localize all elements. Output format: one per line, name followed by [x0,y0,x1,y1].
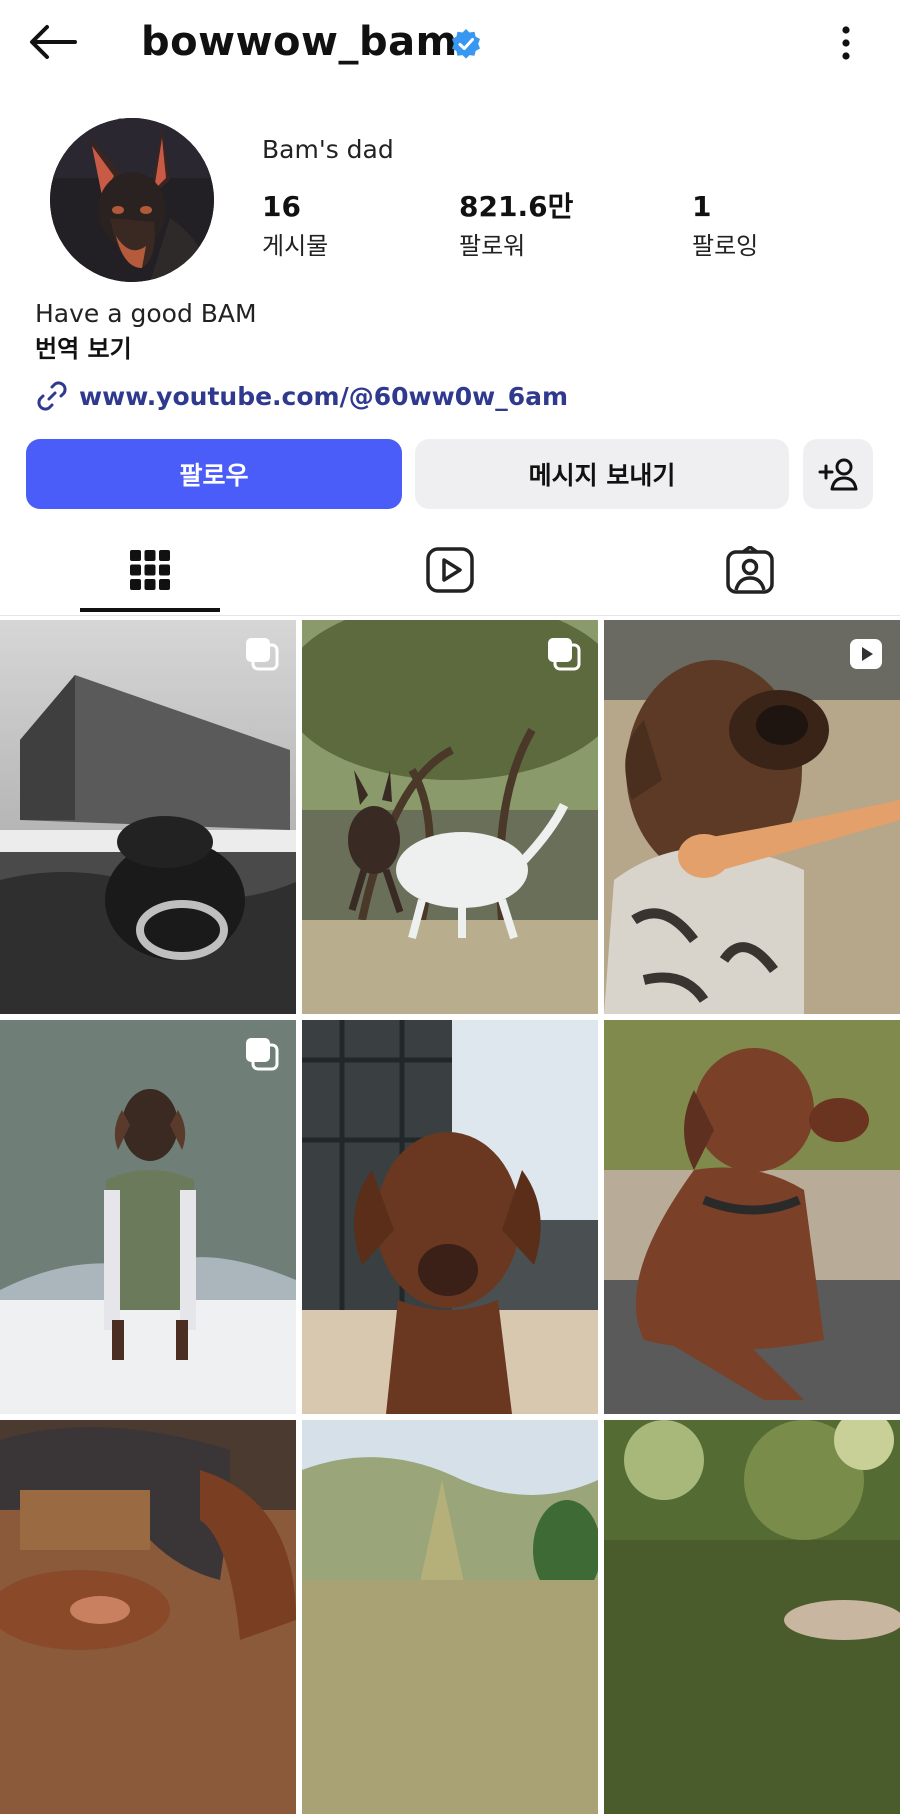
post-thumbnail[interactable] [604,1420,900,1814]
post-thumbnail[interactable] [604,1020,900,1414]
post-thumbnail[interactable] [604,620,900,1014]
stat-posts[interactable]: 16 게시물 [262,188,462,264]
carousel-icon [246,638,279,671]
reel-icon [850,639,882,669]
stat-followers[interactable]: 821.6만 팔로워 [459,188,659,264]
translate-link[interactable]: 번역 보기 [35,332,132,366]
profile-link-text: www.youtube.com/@60ww0w_6am [79,381,569,411]
stat-following[interactable]: 1 팔로잉 [692,188,892,264]
tab-reels[interactable] [380,525,520,615]
tagged-person-icon [726,546,774,594]
follow-button[interactable]: 팔로우 [26,439,402,509]
post-image [0,1020,296,1414]
stat-followers-label: 팔로워 [459,232,526,260]
tab-tagged[interactable] [680,525,820,615]
stat-following-label: 팔로잉 [692,232,759,260]
profile-link[interactable]: www.youtube.com/@60ww0w_6am [35,377,568,415]
stat-following-count: 1 [692,190,712,223]
suggest-users-button[interactable] [803,439,873,509]
post-image [604,1020,900,1414]
top-bar: bowwow_bam [0,0,900,88]
display-name: Bam's dad [262,135,394,164]
profile-bio: Have a good BAM [35,299,257,328]
carousel-icon [246,1038,279,1071]
post-image [0,1420,296,1814]
message-button[interactable]: 메시지 보내기 [415,439,789,509]
carousel-icon [548,638,581,671]
active-tab-indicator [80,608,220,612]
back-button[interactable] [22,18,82,66]
stat-posts-count: 16 [262,190,301,223]
post-thumbnail[interactable] [0,1020,296,1414]
post-image [604,1420,900,1814]
profile-avatar[interactable] [50,118,214,282]
reels-icon [426,547,474,593]
post-thumbnail[interactable] [302,1020,598,1414]
post-thumbnail[interactable] [302,1420,598,1814]
post-image [302,1020,598,1414]
stat-followers-count: 821.6만 [459,190,574,223]
tab-posts[interactable] [80,525,220,615]
verified-badge-icon [452,29,480,59]
stat-posts-label: 게시물 [262,232,329,260]
post-thumbnail[interactable] [0,1420,296,1814]
post-image [604,620,900,1014]
more-options-button[interactable] [826,20,866,66]
avatar-image [50,118,214,282]
post-thumbnail[interactable] [302,620,598,1014]
post-image [302,620,598,1014]
post-image [302,1420,598,1814]
profile-username: bowwow_bam [141,19,458,65]
profile-tabs [0,525,900,616]
post-image [0,620,296,1014]
arrow-left-icon [30,25,77,59]
link-icon [37,381,67,411]
add-user-icon [818,458,858,491]
grid-icon [130,550,170,590]
post-thumbnail[interactable] [0,620,296,1014]
more-vertical-icon [842,26,850,60]
